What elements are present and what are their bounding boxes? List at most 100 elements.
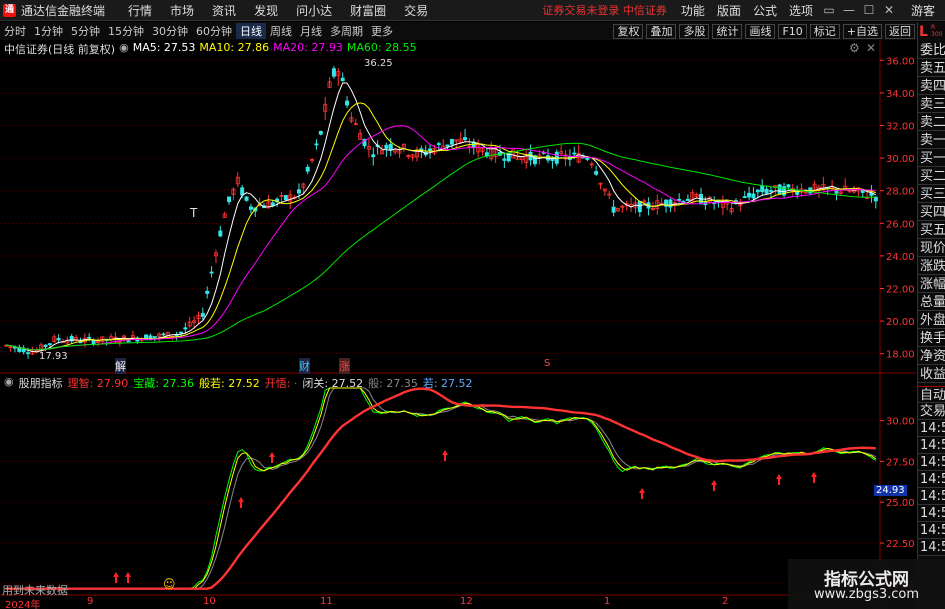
candle-body: [240, 187, 245, 196]
stats-button[interactable]: 统计: [712, 23, 743, 39]
candle-body: [126, 340, 131, 343]
guest-user[interactable]: 游客: [899, 2, 945, 19]
menu-market[interactable]: 市场: [161, 2, 203, 19]
ma5-line: [6, 82, 877, 353]
price-tick-label: 18.00: [886, 350, 915, 361]
period-60min[interactable]: 60分钟: [192, 23, 236, 39]
ind-tick-label: 22.50: [886, 539, 915, 550]
buy-arrow-icon: [125, 572, 131, 583]
ind-ruo-label: 若: 27.52: [422, 377, 473, 390]
stock-title: 中信证券(日线 前复权): [4, 43, 116, 56]
back-button[interactable]: 返回: [885, 23, 915, 39]
period-15min[interactable]: 15分钟: [104, 23, 148, 39]
date-sep: 9: [87, 596, 94, 607]
maximize-icon[interactable]: ☐: [859, 3, 879, 17]
candle-body: [56, 338, 61, 341]
side-panel-item[interactable]: 交易: [918, 403, 945, 420]
restore-window-icon[interactable]: ▭: [819, 3, 839, 17]
candle-body: [178, 331, 183, 334]
chart-settings-icon[interactable]: ⚙: [849, 41, 860, 55]
date-oct: 10: [203, 596, 216, 607]
period-weekly[interactable]: 周线: [266, 23, 296, 39]
candle-body: [637, 200, 642, 213]
price-tick-label: 20.00: [886, 317, 915, 328]
menu-options[interactable]: 选项: [783, 2, 819, 19]
ind-boruo-line: [6, 387, 877, 590]
menu-ask[interactable]: 问小达: [287, 2, 341, 19]
price-tick-label: 22.00: [886, 285, 915, 296]
period-more[interactable]: 更多: [367, 23, 397, 39]
event-s[interactable]: S: [544, 358, 550, 369]
draw-line-button[interactable]: 画线: [745, 23, 776, 39]
side-panel-item: 买四: [918, 205, 945, 221]
candle-body: [152, 336, 157, 338]
buy-arrow-icon: [238, 497, 244, 508]
overlay-button[interactable]: 叠加: [646, 23, 677, 39]
adjust-button[interactable]: 复权: [613, 23, 644, 39]
period-5min[interactable]: 5分钟: [67, 23, 104, 39]
watermark: 指标公式网 www.zbgs3.com: [788, 559, 945, 609]
ind-ban-line: [6, 387, 876, 590]
period-30min[interactable]: 30分钟: [148, 23, 192, 39]
menu-quotes[interactable]: 行情: [119, 2, 161, 19]
candle-body: [747, 192, 752, 198]
menu-layout[interactable]: 版面: [711, 2, 747, 19]
candle-body: [183, 327, 188, 330]
period-monthly[interactable]: 月线: [296, 23, 326, 39]
date-jan: 1: [604, 596, 611, 607]
indicator-settings-icon[interactable]: ◉: [4, 375, 14, 391]
ma-header: 中信证券(日线 前复权) ◉ MA5: 27.53 MA10: 27.86 MA…: [4, 41, 417, 57]
ma5-label: MA5: 27.53: [132, 41, 196, 54]
menu-formula[interactable]: 公式: [747, 2, 783, 19]
candle-body: [594, 171, 599, 175]
period-intraday[interactable]: 分时: [0, 23, 30, 39]
minimize-icon[interactable]: —: [839, 3, 859, 17]
settings-icon[interactable]: ◉: [119, 41, 129, 57]
ind-ban-label: 般: 27.35: [368, 377, 418, 390]
period-daily[interactable]: 日线: [236, 23, 266, 39]
smiley-icon: ☺: [163, 577, 176, 591]
close-icon[interactable]: ✕: [879, 3, 899, 17]
candle-body: [751, 193, 756, 199]
period-multi[interactable]: 多周期: [326, 23, 367, 39]
price-tick-label: 36.00: [886, 56, 915, 67]
side-panel-item: 卖五: [918, 61, 945, 77]
side-panel-item: 卖三: [918, 97, 945, 113]
ma60-label: MA60: 28.55: [346, 41, 417, 54]
menu-news[interactable]: 资讯: [203, 2, 245, 19]
side-panel-item: 收益: [918, 367, 945, 383]
event-finance[interactable]: 财: [299, 358, 310, 374]
candle-body: [445, 144, 450, 147]
side-panel-item: 14:56: [918, 471, 945, 488]
candle-body: [43, 344, 48, 348]
price-tick-label: 26.00: [886, 219, 915, 230]
mark-button[interactable]: 标记: [809, 23, 840, 39]
date-feb: 2: [722, 596, 729, 607]
chart-close-icon[interactable]: ✕: [866, 41, 876, 55]
event-unlock[interactable]: 解: [115, 358, 126, 374]
candle-body: [371, 154, 376, 158]
period-1min[interactable]: 1分钟: [30, 23, 67, 39]
candle-body: [436, 143, 441, 146]
menu-discover[interactable]: 发现: [245, 2, 287, 19]
candle-body: [200, 313, 205, 317]
add-watchlist-button[interactable]: +自选: [842, 23, 882, 39]
price-tick-label: 28.00: [886, 187, 915, 198]
login-status[interactable]: 证券交易未登录 中信证券: [542, 2, 667, 18]
candle-body: [768, 190, 773, 192]
multi-stock-button[interactable]: 多股: [679, 23, 710, 39]
side-panel-item: 外盘: [918, 313, 945, 329]
chart-svg[interactable]: 18.00 20.00 22.00 24.00 26.00 28.00 30.00 32.00…: [0, 40, 916, 609]
ind-biguan-label: 闭关: 27.52: [302, 377, 364, 390]
menu-trade[interactable]: 交易: [395, 2, 437, 19]
date-nov: 11: [320, 596, 333, 607]
app-logo-icon: 通: [3, 3, 16, 17]
buy-arrow-icon: [711, 480, 717, 491]
f10-button[interactable]: F10: [778, 23, 807, 39]
side-panel-item: 净资: [918, 349, 945, 365]
menu-wealth[interactable]: 财富圈: [341, 2, 395, 19]
side-panel-item[interactable]: 自动: [918, 386, 945, 403]
menu-function[interactable]: 功能: [675, 2, 711, 19]
candle-body: [227, 196, 232, 203]
event-limit-up[interactable]: 涨: [339, 358, 350, 374]
